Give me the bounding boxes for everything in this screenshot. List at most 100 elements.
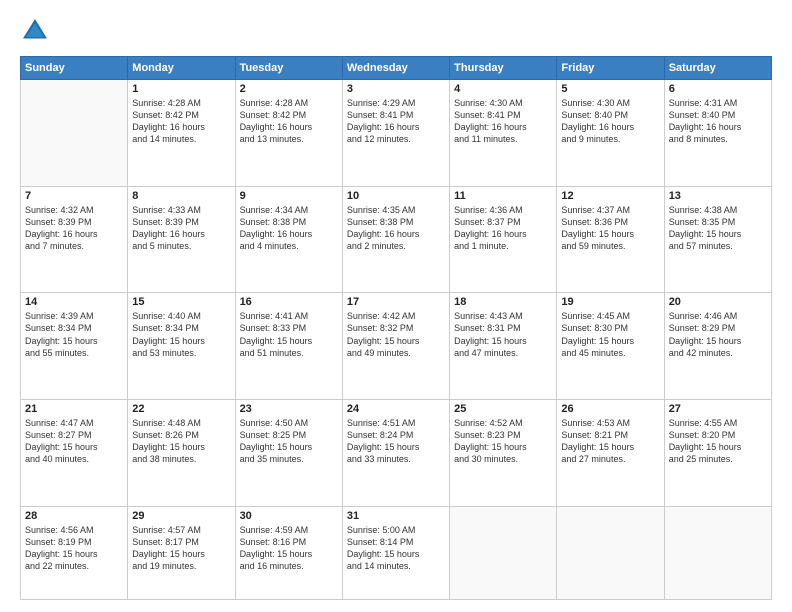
day-info: Sunrise: 4:55 AMSunset: 8:20 PMDaylight:… [669,417,767,466]
day-number: 30 [240,510,338,522]
day-number: 14 [25,296,123,308]
calendar-cell: 8 Sunrise: 4:33 AMSunset: 8:39 PMDaylight… [128,186,235,293]
day-info: Sunrise: 4:51 AMSunset: 8:24 PMDaylight:… [347,417,445,466]
week-row-1: 1 Sunrise: 4:28 AMSunset: 8:42 PMDaylight… [21,80,772,187]
day-number: 24 [347,403,445,415]
day-number: 19 [561,296,659,308]
calendar-cell: 13Sunrise: 4:38 AMSunset: 8:35 PMDayligh… [664,186,771,293]
day-number: 10 [347,190,445,202]
calendar-cell: 7 Sunrise: 4:32 AMSunset: 8:39 PMDaylight… [21,186,128,293]
day-info: Sunrise: 4:28 AMSunset: 8:42 PMDaylight:… [132,97,230,146]
week-row-5: 28 Sunrise: 4:56 AMSunset: 8:19 PMDayligh… [21,506,772,599]
calendar-cell: 22Sunrise: 4:48 AMSunset: 8:26 PMDayligh… [128,399,235,506]
day-info: Sunrise: 4:31 AMSunset: 8:40 PMDaylight:… [669,97,767,146]
day-number: 15 [132,296,230,308]
day-info: Sunrise: 4:28 AMSunset: 8:42 PMDaylight:… [240,97,338,146]
calendar-cell: 5 Sunrise: 4:30 AMSunset: 8:40 PMDaylight… [557,80,664,187]
day-info: Sunrise: 4:57 AMSunset: 8:17 PMDaylight:… [132,524,230,573]
weekday-header-wednesday: Wednesday [342,57,449,80]
weekday-header-thursday: Thursday [450,57,557,80]
day-number: 3 [347,83,445,95]
weekday-header-friday: Friday [557,57,664,80]
day-info: Sunrise: 4:35 AMSunset: 8:38 PMDaylight:… [347,204,445,253]
day-number: 22 [132,403,230,415]
day-number: 9 [240,190,338,202]
day-number: 29 [132,510,230,522]
day-number: 31 [347,510,445,522]
calendar-cell: 23Sunrise: 4:50 AMSunset: 8:25 PMDayligh… [235,399,342,506]
day-number: 17 [347,296,445,308]
calendar-cell: 26 Sunrise: 4:53 AMSunset: 8:21 PMDayligh… [557,399,664,506]
calendar-cell: 14 Sunrise: 4:39 AMSunset: 8:34 PMDayligh… [21,293,128,400]
day-info: Sunrise: 4:34 AMSunset: 8:38 PMDaylight:… [240,204,338,253]
calendar-cell: 9 Sunrise: 4:34 AMSunset: 8:38 PMDaylight… [235,186,342,293]
day-number: 12 [561,190,659,202]
calendar-cell: 21Sunrise: 4:47 AMSunset: 8:27 PMDayligh… [21,399,128,506]
day-info: Sunrise: 4:32 AMSunset: 8:39 PMDaylight:… [25,204,123,253]
day-info: Sunrise: 5:00 AMSunset: 8:14 PMDaylight:… [347,524,445,573]
day-info: Sunrise: 4:53 AMSunset: 8:21 PMDaylight:… [561,417,659,466]
day-number: 16 [240,296,338,308]
day-info: Sunrise: 4:59 AMSunset: 8:16 PMDaylight:… [240,524,338,573]
day-number: 27 [669,403,767,415]
day-info: Sunrise: 4:33 AMSunset: 8:39 PMDaylight:… [132,204,230,253]
day-number: 8 [132,190,230,202]
day-info: Sunrise: 4:43 AMSunset: 8:31 PMDaylight:… [454,310,552,359]
day-info: Sunrise: 4:30 AMSunset: 8:41 PMDaylight:… [454,97,552,146]
week-row-3: 14 Sunrise: 4:39 AMSunset: 8:34 PMDayligh… [21,293,772,400]
calendar-cell: 24 Sunrise: 4:51 AMSunset: 8:24 PMDayligh… [342,399,449,506]
page: SundayMondayTuesdayWednesdayThursdayFrid… [0,0,792,612]
day-number: 18 [454,296,552,308]
week-row-4: 21Sunrise: 4:47 AMSunset: 8:27 PMDayligh… [21,399,772,506]
calendar-cell [664,506,771,599]
calendar-cell: 3Sunrise: 4:29 AMSunset: 8:41 PMDaylight… [342,80,449,187]
calendar-cell: 12 Sunrise: 4:37 AMSunset: 8:36 PMDayligh… [557,186,664,293]
day-info: Sunrise: 4:50 AMSunset: 8:25 PMDaylight:… [240,417,338,466]
day-number: 11 [454,190,552,202]
weekday-header-row: SundayMondayTuesdayWednesdayThursdayFrid… [21,57,772,80]
day-info: Sunrise: 4:37 AMSunset: 8:36 PMDaylight:… [561,204,659,253]
day-info: Sunrise: 4:40 AMSunset: 8:34 PMDaylight:… [132,310,230,359]
calendar-cell: 30 Sunrise: 4:59 AMSunset: 8:16 PMDayligh… [235,506,342,599]
day-number: 1 [132,83,230,95]
logo [20,16,54,46]
calendar-cell: 6Sunrise: 4:31 AMSunset: 8:40 PMDaylight… [664,80,771,187]
day-number: 7 [25,190,123,202]
day-number: 2 [240,83,338,95]
day-info: Sunrise: 4:38 AMSunset: 8:35 PMDaylight:… [669,204,767,253]
day-number: 5 [561,83,659,95]
weekday-header-monday: Monday [128,57,235,80]
calendar-cell: 15 Sunrise: 4:40 AMSunset: 8:34 PMDayligh… [128,293,235,400]
weekday-header-sunday: Sunday [21,57,128,80]
day-number: 4 [454,83,552,95]
calendar-cell: 31 Sunrise: 5:00 AMSunset: 8:14 PMDayligh… [342,506,449,599]
day-number: 20 [669,296,767,308]
day-number: 28 [25,510,123,522]
day-info: Sunrise: 4:52 AMSunset: 8:23 PMDaylight:… [454,417,552,466]
calendar-cell: 1 Sunrise: 4:28 AMSunset: 8:42 PMDaylight… [128,80,235,187]
day-info: Sunrise: 4:56 AMSunset: 8:19 PMDaylight:… [25,524,123,573]
calendar-cell [557,506,664,599]
calendar-cell: 29 Sunrise: 4:57 AMSunset: 8:17 PMDayligh… [128,506,235,599]
logo-icon [20,16,50,46]
day-info: Sunrise: 4:46 AMSunset: 8:29 PMDaylight:… [669,310,767,359]
week-row-2: 7 Sunrise: 4:32 AMSunset: 8:39 PMDaylight… [21,186,772,293]
calendar-cell: 10 Sunrise: 4:35 AMSunset: 8:38 PMDayligh… [342,186,449,293]
day-info: Sunrise: 4:30 AMSunset: 8:40 PMDaylight:… [561,97,659,146]
calendar-cell: 16Sunrise: 4:41 AMSunset: 8:33 PMDayligh… [235,293,342,400]
day-info: Sunrise: 4:42 AMSunset: 8:32 PMDaylight:… [347,310,445,359]
calendar-cell: 28 Sunrise: 4:56 AMSunset: 8:19 PMDayligh… [21,506,128,599]
calendar-table: SundayMondayTuesdayWednesdayThursdayFrid… [20,56,772,600]
calendar-cell: 19 Sunrise: 4:45 AMSunset: 8:30 PMDayligh… [557,293,664,400]
calendar-cell: 18 Sunrise: 4:43 AMSunset: 8:31 PMDayligh… [450,293,557,400]
calendar-cell: 2 Sunrise: 4:28 AMSunset: 8:42 PMDaylight… [235,80,342,187]
weekday-header-saturday: Saturday [664,57,771,80]
day-info: Sunrise: 4:45 AMSunset: 8:30 PMDaylight:… [561,310,659,359]
day-info: Sunrise: 4:39 AMSunset: 8:34 PMDaylight:… [25,310,123,359]
day-number: 26 [561,403,659,415]
calendar-cell: 4 Sunrise: 4:30 AMSunset: 8:41 PMDaylight… [450,80,557,187]
weekday-header-tuesday: Tuesday [235,57,342,80]
calendar-cell [21,80,128,187]
calendar-cell: 17 Sunrise: 4:42 AMSunset: 8:32 PMDayligh… [342,293,449,400]
day-number: 25 [454,403,552,415]
